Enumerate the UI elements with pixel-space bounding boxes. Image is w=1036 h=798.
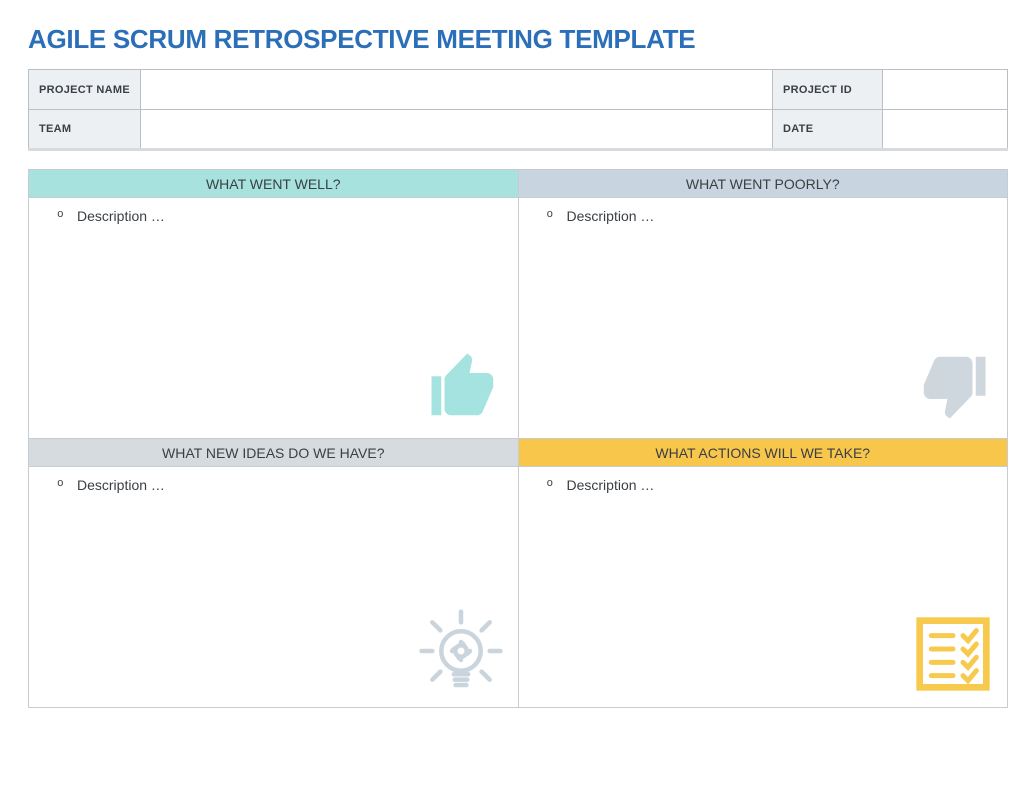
team-label: TEAM [29,110,141,150]
project-name-label: PROJECT NAME [29,70,141,110]
quadrant-header-went-well: WHAT WENT WELL? [29,170,518,198]
quadrant-header-actions: WHAT ACTIONS WILL WE TAKE? [519,439,1008,467]
quadrant-body-new-ideas[interactable]: Description … [29,467,518,707]
checklist-icon [913,614,993,699]
quadrant-body-went-well[interactable]: Description … [29,198,518,438]
quadrant-went-poorly: WHAT WENT POORLY? Description … [519,170,1009,439]
team-input[interactable] [141,110,773,150]
list-item: Description … [57,477,500,493]
thumbs-down-icon [913,347,993,430]
quadrant-went-well: WHAT WENT WELL? Description … [29,170,519,439]
quadrant-new-ideas: WHAT NEW IDEAS DO WE HAVE? Description … [29,439,519,708]
date-label: DATE [773,110,883,150]
project-id-input[interactable] [883,70,1008,110]
thumbs-up-icon [424,347,504,430]
page-title: AGILE SCRUM RETROSPECTIVE MEETING TEMPLA… [28,24,1008,55]
project-name-input[interactable] [141,70,773,110]
lightbulb-icon [418,608,504,699]
list-item: Description … [57,208,500,224]
project-id-label: PROJECT ID [773,70,883,110]
quadrant-header-new-ideas: WHAT NEW IDEAS DO WE HAVE? [29,439,518,467]
quadrant-body-went-poorly[interactable]: Description … [519,198,1008,438]
quadrant-body-actions[interactable]: Description … [519,467,1008,707]
list-item: Description … [547,477,990,493]
project-info-table: PROJECT NAME PROJECT ID TEAM DATE [28,69,1008,151]
quadrant-actions: WHAT ACTIONS WILL WE TAKE? Description … [519,439,1009,708]
list-item: Description … [547,208,990,224]
date-input[interactable] [883,110,1008,150]
quadrant-header-went-poorly: WHAT WENT POORLY? [519,170,1008,198]
retrospective-grid: WHAT WENT WELL? Description … WHAT WENT … [28,169,1008,708]
